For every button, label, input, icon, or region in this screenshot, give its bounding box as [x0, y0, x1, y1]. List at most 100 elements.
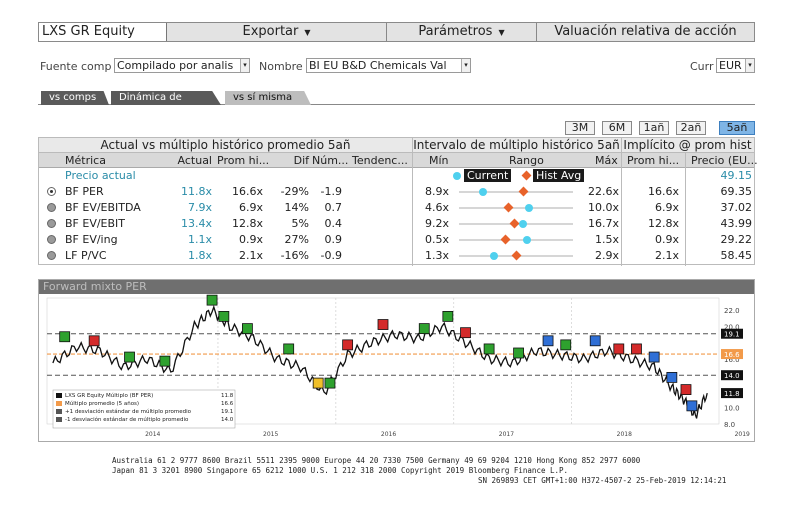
- price-row: Precio actual Current Hist Avg 49.15: [39, 168, 756, 184]
- x-tick-label: 2019: [735, 431, 750, 438]
- chart-canvas: 22.020.016.014.010.08.019.116.614.011.82…: [46, 294, 750, 438]
- actual-value: 1.8x: [187, 249, 212, 262]
- hist-avg-legend-icon: [521, 170, 532, 181]
- metric-radio[interactable]: [47, 219, 56, 228]
- range-bar: [459, 207, 573, 209]
- max-value: 10.0x: [587, 201, 619, 214]
- rating-marker: [648, 351, 660, 363]
- table-row[interactable]: LF P/VC 1.8x 2.1x -16% -0.9 1.3x 2.9x 2.1x 58.45: [39, 248, 756, 264]
- col-price[interactable]: Precio (EU...: [691, 153, 758, 168]
- rating-marker: [513, 347, 524, 359]
- x-tick-label: 2017: [499, 431, 514, 438]
- current-legend-icon: [453, 172, 461, 180]
- tab-group-dynamics[interactable]: Dinámica de grupo: [111, 91, 221, 105]
- avg-value: 16.6x: [231, 185, 263, 198]
- period-5y-button[interactable]: 5añ: [719, 121, 755, 135]
- table-row[interactable]: BF EV/ing 1.1x 0.9x 27% 0.9 0.5x 1.5x 0.9x 29.22: [39, 232, 756, 248]
- rating-marker: [666, 372, 678, 383]
- caret-down-icon: ▼: [498, 28, 505, 37]
- parameters-menu[interactable]: Parámetros ▼: [387, 23, 537, 41]
- rating-marker: [242, 323, 253, 335]
- implied-price: 29.22: [720, 233, 753, 246]
- col-max[interactable]: Máx: [595, 153, 618, 168]
- min-value: 4.6x: [424, 201, 449, 214]
- footer-line-3: SN 269893 CET GMT+1:00 H372-4507-2 25-Fe…: [478, 476, 727, 485]
- ticker-field[interactable]: LXS GR Equity: [39, 23, 167, 41]
- hist-avg-marker: [509, 218, 520, 229]
- table-row[interactable]: BF EV/EBIT 13.4x 12.8x 5% 0.4 9.2x 16.7x 12.8x 4…: [39, 216, 756, 232]
- rating-marker: [613, 343, 625, 355]
- metric-radio[interactable]: [47, 251, 56, 260]
- prom-value: 6.9x: [654, 201, 679, 214]
- period-3m-button[interactable]: 3M: [565, 121, 595, 135]
- dif-value: 14%: [284, 201, 309, 214]
- col-num[interactable]: Núm...: [312, 153, 348, 168]
- export-menu[interactable]: Exportar ▼: [167, 23, 387, 41]
- max-value: 16.7x: [587, 217, 619, 230]
- metric-radio[interactable]: [47, 203, 56, 212]
- num-value: -0.9: [320, 249, 342, 262]
- col-metric[interactable]: Métrica: [65, 153, 106, 168]
- current-marker: [524, 204, 533, 212]
- num-value: 0.4: [324, 217, 343, 230]
- current-marker: [518, 220, 527, 228]
- forward-per-chart: Forward mixto PER 22.020.016.014.010.08.…: [38, 279, 755, 442]
- legend-swatch: [56, 417, 62, 422]
- group-header-actual: Actual vs múltiplo histórico promedio 5a…: [39, 138, 412, 153]
- current-legend-label: Current: [464, 169, 512, 182]
- source-value: Compilado por analis: [117, 59, 234, 72]
- value-tag-label: 19.1: [724, 331, 740, 339]
- rating-marker: [59, 331, 71, 343]
- period-6m-button[interactable]: 6M: [602, 121, 632, 135]
- period-2y-button[interactable]: 2añ: [676, 121, 706, 135]
- group-header-range: Intervalo de múltiplo histórico 5añ: [412, 138, 621, 153]
- metric-radio[interactable]: [47, 187, 56, 196]
- rating-marker: [377, 319, 389, 330]
- col-dif[interactable]: Dif: [277, 153, 309, 168]
- col-prom[interactable]: Prom hi...: [627, 153, 679, 168]
- legend-value: 19.1: [221, 409, 233, 415]
- metric-name: LF P/VC: [65, 249, 107, 262]
- col-min[interactable]: Mín: [429, 153, 449, 168]
- currency-select[interactable]: EUR ▾: [716, 58, 755, 73]
- x-tick-label: 2018: [617, 431, 632, 438]
- max-value: 1.5x: [594, 233, 619, 246]
- rating-marker: [312, 377, 324, 389]
- source-select[interactable]: Compilado por analis ▾: [114, 58, 250, 73]
- value-tag-label: 11.8: [724, 390, 740, 398]
- range-bar: [459, 191, 573, 193]
- actual-value: 11.8x: [180, 185, 212, 198]
- col-avg[interactable]: Prom hi...: [217, 153, 269, 168]
- value-tag-label: 16.6: [724, 351, 740, 359]
- x-tick-label: 2014: [145, 431, 160, 438]
- num-value: 0.9: [324, 233, 343, 246]
- dif-value: 27%: [284, 233, 309, 246]
- prom-value: 2.1x: [654, 249, 679, 262]
- col-actual[interactable]: Actual: [164, 153, 212, 168]
- value-tag-label: 14.0: [724, 372, 740, 380]
- avg-value: 2.1x: [238, 249, 263, 262]
- rating-marker: [483, 343, 495, 355]
- legend-value: 11.8: [221, 393, 234, 399]
- actual-value: 7.9x: [187, 201, 212, 214]
- chart-title: Forward mixto PER: [39, 280, 754, 294]
- valuation-table: Actual vs múltiplo histórico promedio 5a…: [38, 137, 758, 266]
- name-select[interactable]: BI EU B&D Chemicals Val ▾: [306, 58, 471, 73]
- col-trend[interactable]: Tendenc...: [352, 153, 408, 168]
- rating-marker: [159, 355, 171, 367]
- prom-value: 16.6x: [647, 185, 679, 198]
- table-row[interactable]: BF EV/EBITDA 7.9x 6.9x 14% 0.7 4.6x 10.0x 6.9x 3…: [39, 200, 756, 216]
- y-tick-label: 10.0: [724, 405, 740, 413]
- metric-radio[interactable]: [47, 235, 56, 244]
- table-row[interactable]: BF PER 11.8x 16.6x -29% -1.9 8.9x 22.6x 16.6x 69…: [39, 184, 756, 200]
- period-1y-button[interactable]: 1añ: [639, 121, 669, 135]
- legend-value: 14.0: [221, 417, 234, 423]
- metric-name: BF EV/EBITDA: [65, 201, 141, 214]
- avg-value: 6.9x: [238, 201, 263, 214]
- col-range[interactable]: Rango: [509, 153, 544, 168]
- tab-vs-itself[interactable]: vs sí misma: [225, 91, 311, 105]
- rating-marker: [283, 343, 295, 355]
- tab-vs-comps[interactable]: vs comps: [41, 91, 109, 105]
- group-header-implied: Implícito @ prom hist: [621, 138, 754, 153]
- num-value: -1.9: [320, 185, 342, 198]
